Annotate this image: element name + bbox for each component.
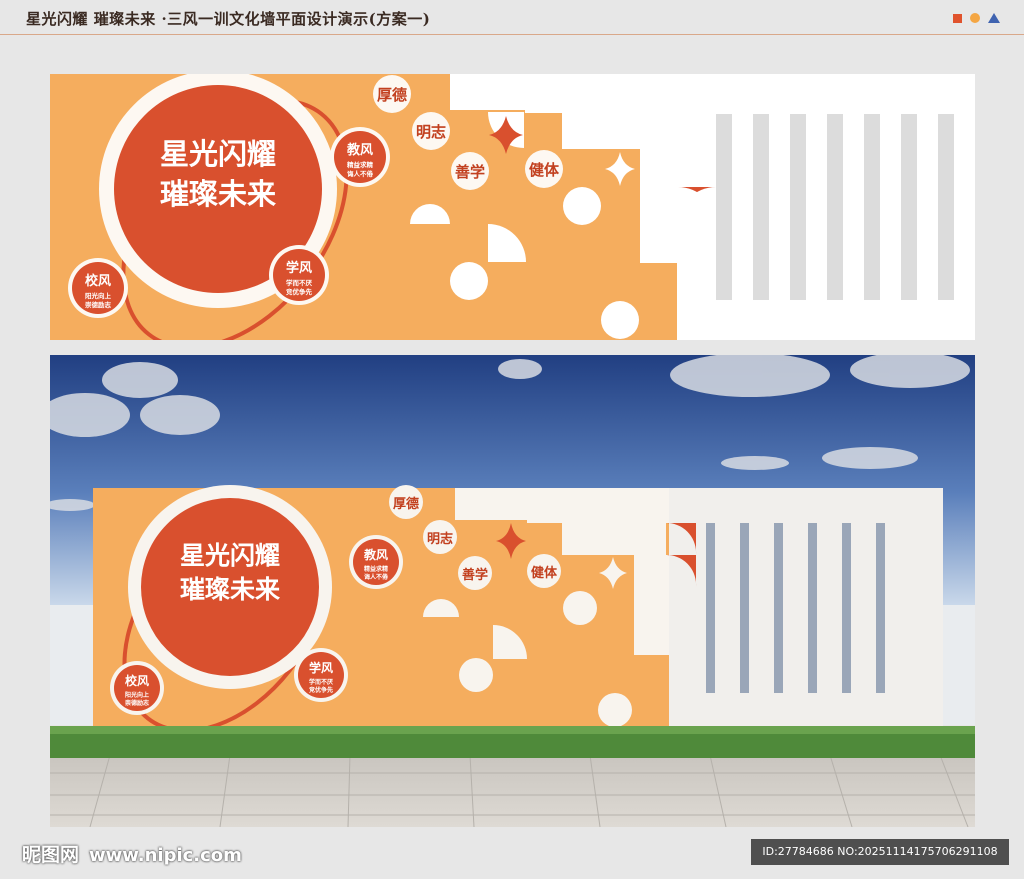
blue-triangle-icon: [988, 13, 1000, 23]
render-svg: 星光闪耀 璀璨未来 厚德 明志 善学 健体 教风 精益求精 诲人不倦 校风 阳光…: [50, 355, 975, 827]
svg-text:学而不厌: 学而不厌: [286, 278, 313, 287]
slogan-line1: 星光闪耀: [160, 137, 276, 171]
svg-text:竞优争先: 竞优争先: [286, 287, 313, 296]
svg-text:校风: 校风: [125, 673, 149, 688]
tag-mingzhi: 明志: [412, 112, 450, 150]
svg-text:学而不厌: 学而不厌: [309, 678, 333, 686]
tag-shanxue: 善学: [451, 152, 489, 190]
svg-text:崇德励志: 崇德励志: [125, 699, 149, 707]
svg-text:明志: 明志: [427, 531, 453, 547]
pavement: [50, 755, 975, 827]
wall-flat-svg: 星光闪耀 璀璨未来 厚德 明志 善学 健体 教风 精益求精 诲人不倦 校风 阳光…: [50, 70, 975, 350]
watermark-url: www.nipic.com: [89, 845, 242, 866]
render-slogan-line1: 星光闪耀: [180, 541, 280, 570]
badge-jiaofeng: 教风 精益求精 诲人不倦: [330, 127, 390, 187]
svg-text:学风: 学风: [309, 660, 333, 675]
render-tag-shanxue: 善学: [458, 556, 492, 590]
render-badge-xiaofeng: 校风 阳光向上 崇德励志: [110, 661, 164, 715]
svg-text:善学: 善学: [462, 567, 488, 583]
render-tag-houde: 厚德: [389, 485, 423, 519]
header-marks: [953, 13, 1000, 23]
svg-text:竞优争先: 竞优争先: [308, 686, 333, 694]
svg-text:精益求精: 精益求精: [364, 565, 388, 573]
svg-text:健体: 健体: [529, 161, 560, 179]
svg-text:善学: 善学: [455, 163, 485, 181]
svg-text:诲人不倦: 诲人不倦: [347, 169, 374, 178]
svg-text:教风: 教风: [363, 547, 388, 562]
svg-text:阳光向上: 阳光向上: [85, 291, 112, 300]
render-tag-mingzhi: 明志: [423, 520, 457, 554]
image-id-bar: ID:27784686 NO:20251114175706291108: [751, 839, 1009, 865]
svg-text:厚德: 厚德: [377, 86, 407, 104]
svg-text:学风: 学风: [286, 260, 312, 276]
watermark: 昵图网 www.nipic.com: [22, 844, 242, 866]
red-square-icon: [953, 13, 962, 23]
flat-design-panel: 星光闪耀 璀璨未来 厚德 明志 善学 健体 教风 精益求精 诲人不倦 校风 阳光…: [50, 70, 975, 350]
svg-text:崇德励志: 崇德励志: [85, 300, 112, 309]
svg-text:阳光向上: 阳光向上: [125, 691, 149, 699]
badge-xiaofeng: 校风 阳光向上 崇德励志: [68, 258, 128, 318]
svg-text:精益求精: 精益求精: [347, 160, 374, 169]
orange-circle-icon: [970, 13, 980, 23]
tag-houde: 厚德: [373, 75, 411, 113]
page-title: 星光闪耀 璀璨未来 ·三风一训文化墙平面设计演示(方案一): [26, 10, 431, 28]
svg-text:校风: 校风: [85, 273, 111, 289]
render-badge-jiaofeng: 教风 精益求精 诲人不倦: [349, 535, 403, 589]
svg-text:教风: 教风: [346, 142, 373, 158]
render-tag-jianti: 健体: [527, 554, 561, 588]
render-badge-xuefeng: 学风 学而不厌 竞优争先: [294, 648, 348, 702]
svg-text:厚德: 厚德: [393, 496, 419, 512]
render-scene: 星光闪耀 璀璨未来 厚德 明志 善学 健体 教风 精益求精 诲人不倦 校风 阳光…: [50, 355, 975, 827]
svg-text:诲人不倦: 诲人不倦: [364, 573, 389, 581]
header-bar: 星光闪耀 璀璨未来 ·三风一训文化墙平面设计演示(方案一): [0, 0, 1024, 35]
tag-jianti: 健体: [525, 150, 563, 188]
svg-text:健体: 健体: [531, 565, 558, 581]
render-slogan-line2: 璀璨未来: [180, 575, 281, 604]
svg-text:明志: 明志: [416, 123, 446, 141]
slogan-line2: 璀璨未来: [160, 177, 276, 211]
badge-xuefeng: 学风 学而不厌 竞优争先: [269, 245, 329, 305]
